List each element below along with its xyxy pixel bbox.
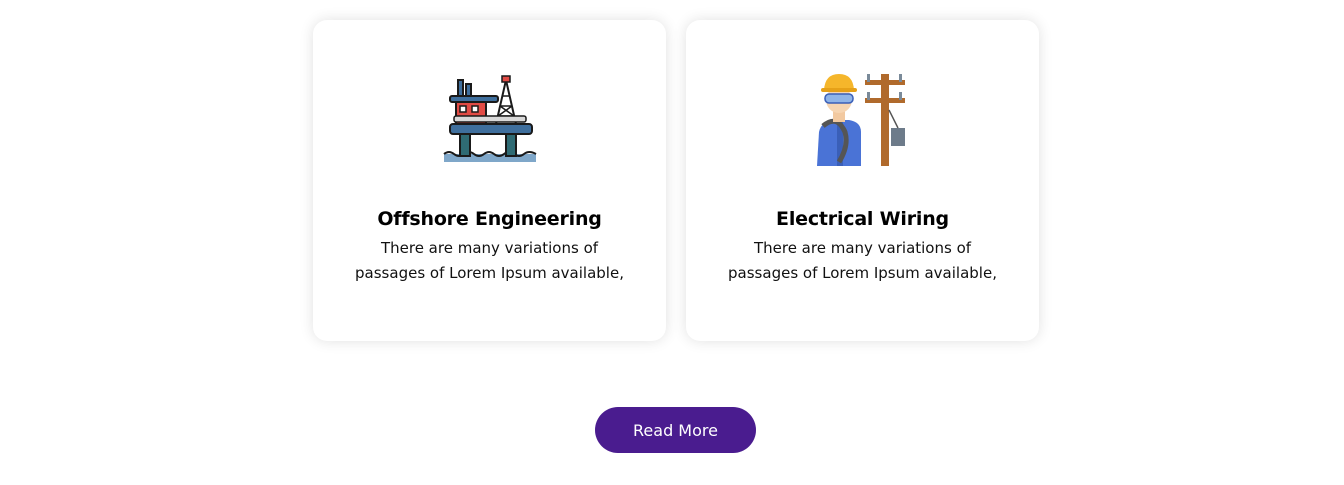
- card-description-line: passages of Lorem Ipsum available,: [355, 264, 624, 282]
- service-card-electrical: Electrical Wiring There are many variati…: [686, 20, 1039, 341]
- card-description-line: There are many variations of: [380, 239, 599, 257]
- card-description-line: passages of Lorem Ipsum available,: [728, 264, 997, 282]
- card-title: Offshore Engineering: [377, 208, 602, 230]
- card-description-line: There are many variations of: [753, 239, 972, 257]
- card-title: Electrical Wiring: [776, 208, 949, 230]
- electrician-pole-icon: [816, 74, 905, 166]
- card-description: There are many variations of passages of…: [710, 236, 1015, 286]
- service-card-offshore: Offshore Engineering There are many vari…: [313, 20, 666, 341]
- offshore-platform-icon: [442, 75, 536, 162]
- read-more-button[interactable]: Read More: [595, 407, 756, 453]
- services-section: Offshore Engineering There are many vari…: [0, 0, 1344, 485]
- card-description: There are many variations of passages of…: [337, 236, 642, 286]
